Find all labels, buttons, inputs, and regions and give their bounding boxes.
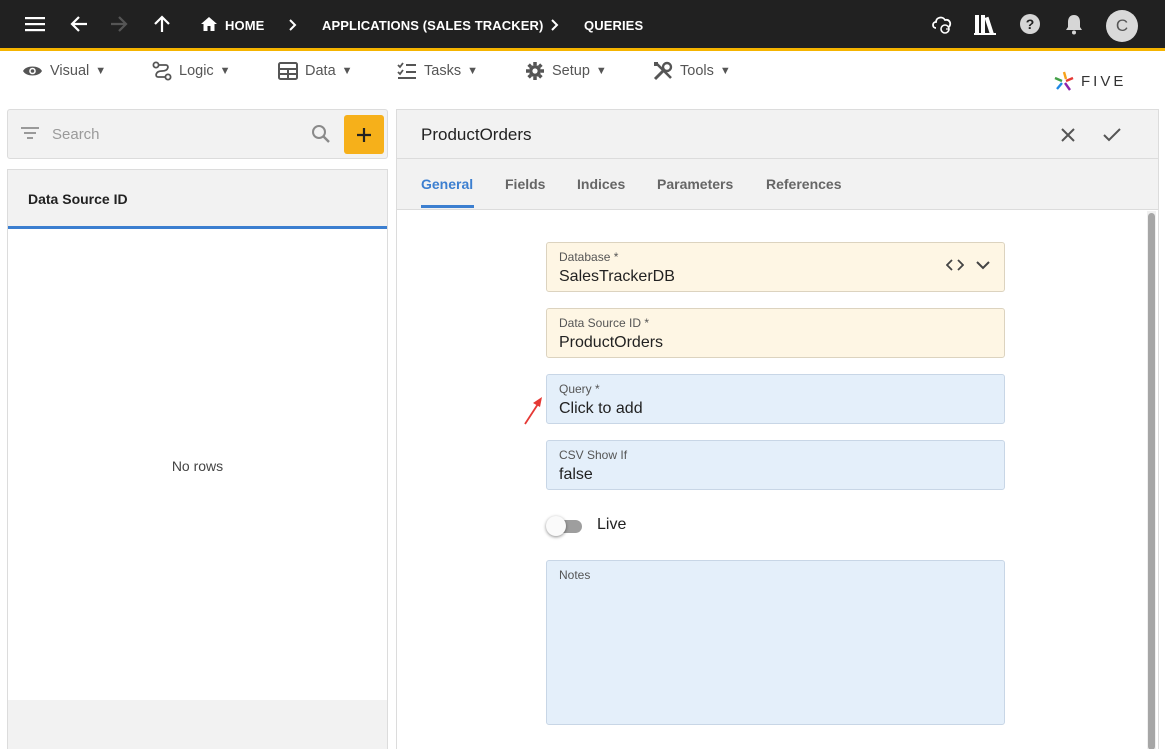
chevron-right-icon — [289, 19, 297, 31]
menu-icon[interactable] — [22, 11, 48, 37]
list-footer — [8, 700, 387, 749]
breadcrumb-applications[interactable]: APPLICATIONS (SALES TRACKER) — [322, 18, 543, 33]
data-source-list: Data Source ID No rows — [7, 169, 388, 749]
form-header: ProductOrders — [397, 110, 1158, 159]
menu-logic-label: Logic — [179, 63, 214, 79]
svg-text:?: ? — [1026, 16, 1035, 32]
csv-show-if-value: false — [559, 466, 593, 483]
caret-icon: ▼ — [95, 65, 107, 77]
menu-tools[interactable]: Tools ▼ — [653, 60, 731, 82]
query-form: ProductOrders General Fields Indices Par… — [396, 109, 1159, 749]
forward-arrow-icon[interactable] — [106, 11, 132, 37]
csv-show-if-field[interactable]: CSV Show If false — [546, 440, 1005, 490]
logo-text: FIVE — [1081, 72, 1127, 90]
eye-icon — [23, 66, 42, 76]
code-icon[interactable] — [946, 258, 964, 272]
database-value: SalesTrackerDB — [559, 268, 675, 285]
data-source-id-label: Data Source ID * — [559, 316, 650, 330]
form-tabs: General Fields Indices Parameters Refere… — [397, 159, 1158, 210]
top-bar: HOME APPLICATIONS (SALES TRACKER) QUERIE… — [0, 0, 1165, 51]
form-title: ProductOrders — [421, 125, 532, 144]
chevron-right-icon — [551, 19, 559, 31]
logic-icon — [152, 61, 172, 81]
column-header-label: Data Source ID — [28, 191, 128, 207]
tab-indices[interactable]: Indices — [577, 176, 625, 192]
live-label: Live — [597, 516, 627, 533]
caret-icon: ▼ — [467, 65, 478, 77]
toggle-knob — [546, 516, 566, 536]
menu-setup-label: Setup — [552, 63, 590, 79]
list-column-header[interactable]: Data Source ID — [8, 170, 387, 229]
menu-visual-label: Visual — [50, 63, 90, 79]
five-logo-icon — [1054, 71, 1074, 91]
database-label: Database * — [559, 250, 619, 264]
search-bar — [7, 109, 388, 159]
five-logo: FIVE — [1053, 70, 1126, 92]
query-value: Click to add — [559, 400, 643, 417]
tab-general[interactable]: General — [421, 176, 473, 192]
back-arrow-icon[interactable] — [66, 11, 92, 37]
menu-data-label: Data — [305, 63, 336, 79]
breadcrumb-home[interactable]: HOME — [225, 18, 264, 33]
save-check-icon[interactable] — [1100, 123, 1124, 147]
caret-icon: ▼ — [219, 65, 231, 77]
notes-field[interactable]: Notes — [546, 560, 1005, 725]
search-input[interactable] — [52, 123, 302, 145]
caret-icon: ▼ — [719, 65, 731, 77]
notes-label: Notes — [559, 568, 591, 582]
tools-icon — [653, 61, 673, 81]
home-icon[interactable] — [196, 11, 222, 37]
scrollbar-thumb[interactable] — [1148, 213, 1155, 749]
plus-icon — [357, 127, 371, 142]
checklist-icon — [397, 62, 416, 79]
menu-tasks[interactable]: Tasks ▼ — [397, 60, 478, 82]
menu-logic[interactable]: Logic ▼ — [152, 60, 231, 82]
caret-icon: ▼ — [341, 65, 353, 77]
active-tab-indicator — [421, 205, 474, 208]
data-source-id-value: ProductOrders — [559, 334, 664, 351]
caret-icon: ▼ — [595, 65, 607, 77]
search-icon[interactable] — [311, 124, 331, 144]
avatar[interactable]: C — [1106, 10, 1138, 42]
close-icon[interactable] — [1056, 123, 1080, 147]
bell-icon[interactable] — [1061, 11, 1087, 37]
cloud-sync-icon[interactable] — [929, 11, 955, 37]
red-arrow-annotation — [524, 397, 542, 425]
add-button[interactable] — [344, 115, 384, 154]
table-icon — [278, 62, 298, 80]
live-toggle[interactable] — [546, 516, 582, 536]
up-arrow-icon[interactable] — [149, 11, 175, 37]
menu-tasks-label: Tasks — [424, 63, 462, 79]
menu-visual[interactable]: Visual ▼ — [22, 60, 106, 82]
empty-list-message: No rows — [171, 458, 224, 474]
data-source-id-field[interactable]: Data Source ID * ProductOrders — [546, 308, 1005, 358]
filter-icon[interactable] — [21, 126, 39, 140]
gear-icon — [526, 62, 544, 80]
menu-tools-label: Tools — [680, 63, 714, 79]
database-field[interactable]: Database * SalesTrackerDB — [546, 242, 1005, 292]
menu-bar: Visual ▼ Logic ▼ Data ▼ Tasks ▼ Setup ▼ … — [0, 54, 1165, 104]
tab-fields[interactable]: Fields — [505, 176, 545, 192]
tab-parameters[interactable]: Parameters — [657, 176, 733, 192]
tab-references[interactable]: References — [766, 176, 842, 192]
query-label: Query * — [559, 382, 600, 396]
scrollbar[interactable] — [1147, 211, 1156, 749]
menu-data[interactable]: Data ▼ — [278, 60, 353, 82]
chevron-down-icon[interactable] — [976, 260, 990, 270]
csv-show-if-label: CSV Show If — [559, 448, 628, 462]
query-field[interactable]: Query * Click to add — [546, 374, 1005, 424]
breadcrumb-queries[interactable]: QUERIES — [584, 18, 643, 33]
help-icon[interactable]: ? — [1017, 11, 1043, 37]
library-icon[interactable] — [972, 11, 998, 37]
menu-setup[interactable]: Setup ▼ — [525, 60, 607, 82]
